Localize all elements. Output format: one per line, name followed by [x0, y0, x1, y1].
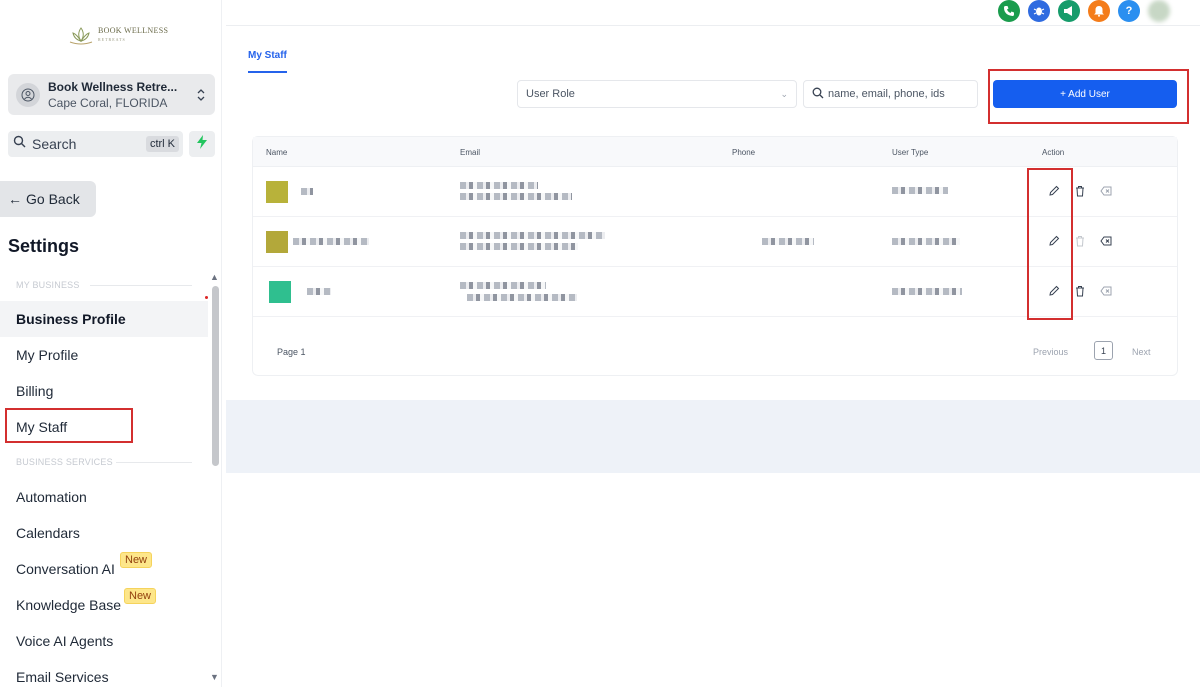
help-icon[interactable]: ? [1118, 0, 1140, 22]
search-shortcut: ctrl K [145, 136, 179, 152]
redacted-user-type [892, 238, 960, 245]
lightning-icon [196, 134, 208, 154]
settings-title: Settings [8, 236, 80, 256]
redacted-user-type [892, 288, 962, 295]
scroll-down-arrow-icon[interactable]: ▼ [210, 672, 219, 682]
avatar [269, 281, 291, 303]
sidebar-item-calendars[interactable]: Calendars [0, 515, 208, 551]
section-divider [116, 462, 192, 463]
redacted-email [460, 193, 572, 200]
location-city: Cape Coral, FLORIDA [48, 95, 168, 110]
staff-search-placeholder: name, email, phone, ids [828, 88, 945, 100]
col-phone: Phone [732, 148, 756, 157]
page-number-button[interactable]: 1 [1094, 341, 1113, 360]
user-role-select[interactable]: User Role ⌄ [517, 80, 797, 108]
megaphone-icon[interactable] [1058, 0, 1080, 22]
sidebar: BOOK WELLNESS RETREATS Book Wellness Ret… [0, 0, 222, 687]
col-email: Email [460, 148, 481, 157]
avatar [266, 231, 288, 253]
sidebar-scrollbar[interactable] [212, 286, 219, 466]
bug-icon[interactable] [1028, 0, 1050, 22]
redacted-name [301, 188, 313, 195]
next-button[interactable]: Next [1132, 347, 1151, 357]
sidebar-item-automation[interactable]: Automation [0, 479, 208, 515]
sidebar-item-business-profile[interactable]: Business Profile [0, 301, 208, 337]
staff-table: Name Email Phone User Type Action Page 1… [252, 136, 1178, 376]
avatar[interactable] [1148, 0, 1170, 22]
lotus-icon [68, 24, 94, 46]
search-label: Search [32, 136, 77, 152]
bell-icon[interactable] [1088, 0, 1110, 22]
sidebar-item-my-staff[interactable]: My Staff [0, 409, 208, 445]
brand-logo[interactable]: BOOK WELLNESS RETREATS [68, 24, 168, 46]
table-row[interactable] [253, 217, 1177, 267]
redacted-email [467, 294, 577, 301]
col-name: Name [266, 148, 288, 157]
redacted-email [460, 182, 538, 189]
col-user-type: User Type [892, 148, 929, 157]
search-icon [13, 135, 26, 153]
chevron-up-down-icon [195, 87, 207, 103]
main-content: My Staff User Role ⌄ name, email, phone,… [226, 26, 1200, 473]
add-user-button[interactable]: + Add User [993, 80, 1177, 108]
redacted-email [460, 282, 546, 289]
redacted-email [460, 232, 605, 239]
redacted-user-type [892, 187, 948, 194]
user-role-placeholder: User Role [526, 88, 575, 100]
content-footer-area [226, 400, 1200, 473]
location-switcher[interactable]: Book Wellness Retre... Cape Coral, FLORI… [8, 74, 215, 115]
table-row[interactable] [253, 267, 1177, 317]
tab-my-staff[interactable]: My Staff [248, 50, 287, 73]
sidebar-item-email-services[interactable]: Email Services [0, 659, 208, 687]
sidebar-search[interactable]: Search ctrl K [8, 131, 183, 157]
edit-pencil-icon[interactable] [1048, 235, 1060, 247]
trash-icon[interactable] [1074, 185, 1086, 197]
search-icon [812, 87, 824, 102]
location-name: Book Wellness Retre... [48, 79, 178, 94]
brand-subtitle: RETREATS [98, 37, 126, 42]
trash-icon[interactable] [1074, 285, 1086, 297]
quick-actions-button[interactable] [189, 131, 215, 157]
table-row[interactable] [253, 167, 1177, 217]
arrow-left-icon: ← [8, 191, 22, 207]
redacted-name [293, 238, 369, 245]
remove-user-icon[interactable] [1100, 185, 1112, 197]
table-header: Name Email Phone User Type Action [253, 137, 1177, 167]
section-divider [90, 285, 192, 286]
section-my-business: MY BUSINESS [16, 280, 80, 290]
user-circle-icon [16, 82, 40, 107]
redacted-email [460, 243, 578, 250]
brand-name: BOOK WELLNESS [98, 26, 169, 35]
sidebar-item-billing[interactable]: Billing [0, 373, 208, 409]
sidebar-item-conversation-ai[interactable]: Conversation AI [0, 551, 208, 587]
edit-pencil-icon[interactable] [1048, 185, 1060, 197]
go-back-label: Go Back [26, 191, 80, 207]
staff-search-input[interactable]: name, email, phone, ids [803, 80, 978, 108]
chevron-down-icon: ⌄ [780, 89, 788, 99]
app-root: BOOK WELLNESS RETREATS Book Wellness Ret… [0, 0, 1200, 687]
remove-user-icon[interactable] [1100, 235, 1112, 247]
col-action: Action [1042, 148, 1065, 157]
sidebar-item-my-profile[interactable]: My Profile [0, 337, 208, 373]
new-badge: New [120, 552, 153, 568]
phone-icon[interactable] [998, 0, 1020, 22]
remove-user-icon[interactable] [1100, 285, 1112, 297]
scroll-up-arrow-icon[interactable]: ▲ [210, 272, 219, 282]
sidebar-item-voice-ai-agents[interactable]: Voice AI Agents [0, 623, 208, 659]
trash-icon[interactable] [1074, 235, 1086, 247]
edit-pencil-icon[interactable] [1048, 285, 1060, 297]
section-business-services: BUSINESS SERVICES [16, 457, 113, 467]
avatar [266, 181, 288, 203]
sidebar-item-knowledge-base[interactable]: Knowledge Base [0, 587, 208, 623]
previous-button[interactable]: Previous [1033, 347, 1068, 357]
pagination: Page 1 Previous 1 Next [253, 337, 1177, 367]
top-header: ? [226, 0, 1200, 26]
go-back-button[interactable]: ← Go Back [0, 181, 96, 217]
redacted-name [307, 288, 331, 295]
redacted-phone [762, 238, 814, 245]
page-label: Page 1 [277, 347, 306, 357]
notification-dot [205, 296, 208, 299]
new-badge: New [124, 588, 157, 604]
